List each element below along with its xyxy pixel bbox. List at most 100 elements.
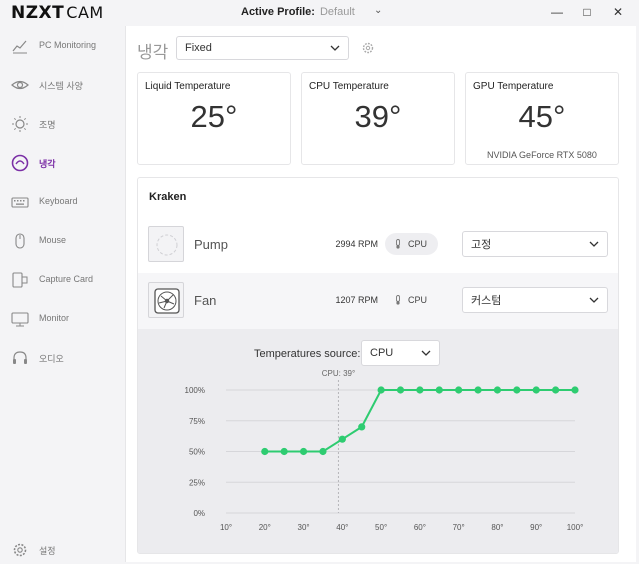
thermometer-icon <box>396 239 400 249</box>
cooling-mode-select[interactable]: Fixed <box>176 36 349 60</box>
curve-point[interactable] <box>571 386 579 394</box>
card-value: 45° <box>518 99 566 134</box>
main-panel: 냉각 Fixed Liquid Temperature 25° CPU Temp… <box>125 26 636 562</box>
device-title: Kraken <box>149 191 187 203</box>
device-name: Pump <box>194 237 228 252</box>
fan-curve-chart: 0% 25% 50% 75% 100% 10° 20° 30° 40° 50° 60° 70° 80° 9… <box>185 369 584 532</box>
sidebar-item-monitor[interactable]: Monitor <box>0 306 125 332</box>
maximize-button[interactable]: □ <box>580 5 594 19</box>
curve-point[interactable] <box>416 386 424 394</box>
x-tick-label: 20° <box>259 523 271 532</box>
monitoring-icon <box>12 40 27 54</box>
liquid-temperature-card: Liquid Temperature 25° <box>137 72 291 165</box>
cooling-icon <box>11 154 29 172</box>
thermometer-icon <box>396 295 400 305</box>
curve-point[interactable] <box>358 423 366 431</box>
curve-point[interactable] <box>338 435 346 443</box>
x-tick-label: 70° <box>453 523 465 532</box>
monitor-icon <box>11 312 29 327</box>
curve-point[interactable] <box>552 386 560 394</box>
headset-icon <box>13 351 27 364</box>
x-tick-label: 10° <box>220 523 232 532</box>
curve-point[interactable] <box>435 386 443 394</box>
y-tick-label: 25% <box>189 478 205 487</box>
pump-mode-value: 고정 <box>471 239 492 251</box>
x-tick-label: 50° <box>375 523 387 532</box>
app-logo: NZXT CAM <box>11 3 104 23</box>
fan-mode-value: 커스텀 <box>471 295 502 307</box>
sidebar-item-system-specs[interactable]: 시스템 사양 <box>0 72 125 98</box>
close-button[interactable]: ✕ <box>611 5 625 19</box>
chevron-down-icon <box>589 297 599 303</box>
eye-icon <box>11 80 29 90</box>
device-source-badge: CPU <box>385 233 438 255</box>
title-bar: NZXT CAM Active Profile: Default ⌄ — □ ✕ <box>0 0 639 26</box>
curve-point[interactable] <box>532 386 540 394</box>
y-tick-label: 0% <box>193 509 205 518</box>
page-title: 냉각 <box>137 43 169 62</box>
sidebar-item-lighting[interactable]: 조명 <box>0 111 125 137</box>
current-temperature-label: CPU: 39° <box>322 369 355 378</box>
chevron-down-icon <box>330 45 340 51</box>
active-profile-selector[interactable]: Active Profile: Default ⌄ <box>241 5 382 18</box>
keyboard-icon <box>11 197 29 208</box>
sidebar-item-capture-card[interactable]: Capture Card <box>0 267 125 293</box>
x-tick-label: 90° <box>530 523 542 532</box>
chevron-down-icon: ⌄ <box>374 5 383 16</box>
curve-point[interactable] <box>319 447 327 456</box>
sidebar-item-keyboard[interactable]: Keyboard <box>0 189 125 215</box>
card-title: Liquid Temperature <box>145 81 231 92</box>
gear-icon[interactable] <box>361 41 375 55</box>
active-profile-label: Active Profile: <box>241 6 315 18</box>
card-title: GPU Temperature <box>473 81 554 92</box>
y-tick-label: 75% <box>189 417 205 426</box>
device-source-badge: CPU <box>385 289 438 311</box>
active-profile-value: Default <box>319 6 355 18</box>
curve-point[interactable] <box>377 386 385 394</box>
mouse-icon <box>15 233 25 249</box>
curve-point[interactable] <box>261 447 269 456</box>
capture-card-icon <box>12 272 28 288</box>
x-tick-label: 30° <box>298 523 310 532</box>
curve-point[interactable] <box>493 386 502 394</box>
device-name: Fan <box>194 293 217 308</box>
gpu-temperature-card: GPU Temperature 45° NVIDIA GeForce RTX 5… <box>465 72 619 165</box>
minimize-button[interactable]: — <box>550 5 564 19</box>
curve-point[interactable] <box>513 386 521 394</box>
y-tick-label: 50% <box>189 448 205 457</box>
sidebar: PC Monitoring 시스템 사양 조명 냉각 Keyboard Mous… <box>0 26 125 564</box>
device-rpm: 2994 RPM <box>335 239 378 249</box>
sidebar-item-audio[interactable]: 오디오 <box>0 345 125 371</box>
pump-row: Pump 2994 RPM CPU 고정 <box>138 217 618 273</box>
curve-point[interactable] <box>280 447 288 456</box>
sidebar-item-cooling[interactable]: 냉각 <box>0 150 125 176</box>
sidebar-item-pc-monitoring[interactable]: PC Monitoring <box>0 33 125 59</box>
cooling-mode-value: Fixed <box>185 42 212 54</box>
card-value: 25° <box>190 99 238 134</box>
y-tick-label: 100% <box>185 386 205 395</box>
card-title: CPU Temperature <box>309 81 389 92</box>
chevron-down-icon <box>589 241 599 247</box>
curve-point[interactable] <box>474 386 482 394</box>
fan-mode-select[interactable]: 커스텀 <box>462 287 608 313</box>
kraken-device-panel: Kraken Pump 2994 RPM CPU 고정 Fan 1207 RPM <box>137 177 619 554</box>
x-tick-label: 100° <box>567 523 584 532</box>
x-tick-label: 40° <box>336 523 348 532</box>
cpu-temperature-card: CPU Temperature 39° <box>301 72 455 165</box>
curve-point[interactable] <box>455 386 463 394</box>
sun-icon <box>12 116 28 132</box>
card-value: 39° <box>354 99 402 134</box>
fan-row: Fan 1207 RPM CPU 커스텀 <box>138 273 618 329</box>
fan-thumbnail <box>148 282 184 318</box>
curve-point[interactable] <box>299 447 308 456</box>
sidebar-item-mouse[interactable]: Mouse <box>0 228 125 254</box>
pump-thumbnail <box>148 226 184 262</box>
curve-point[interactable] <box>396 386 405 394</box>
x-tick-label: 80° <box>491 523 503 532</box>
pump-mode-select[interactable]: 고정 <box>462 231 608 257</box>
fan-curve-editor: Temperatures source: CPU 0% 25% 50% 75% 100%… <box>138 329 618 553</box>
gear-icon <box>13 543 27 557</box>
sidebar-item-settings[interactable]: 설정 <box>0 537 125 563</box>
x-tick-label: 60° <box>414 523 426 532</box>
device-rpm: 1207 RPM <box>335 295 378 305</box>
